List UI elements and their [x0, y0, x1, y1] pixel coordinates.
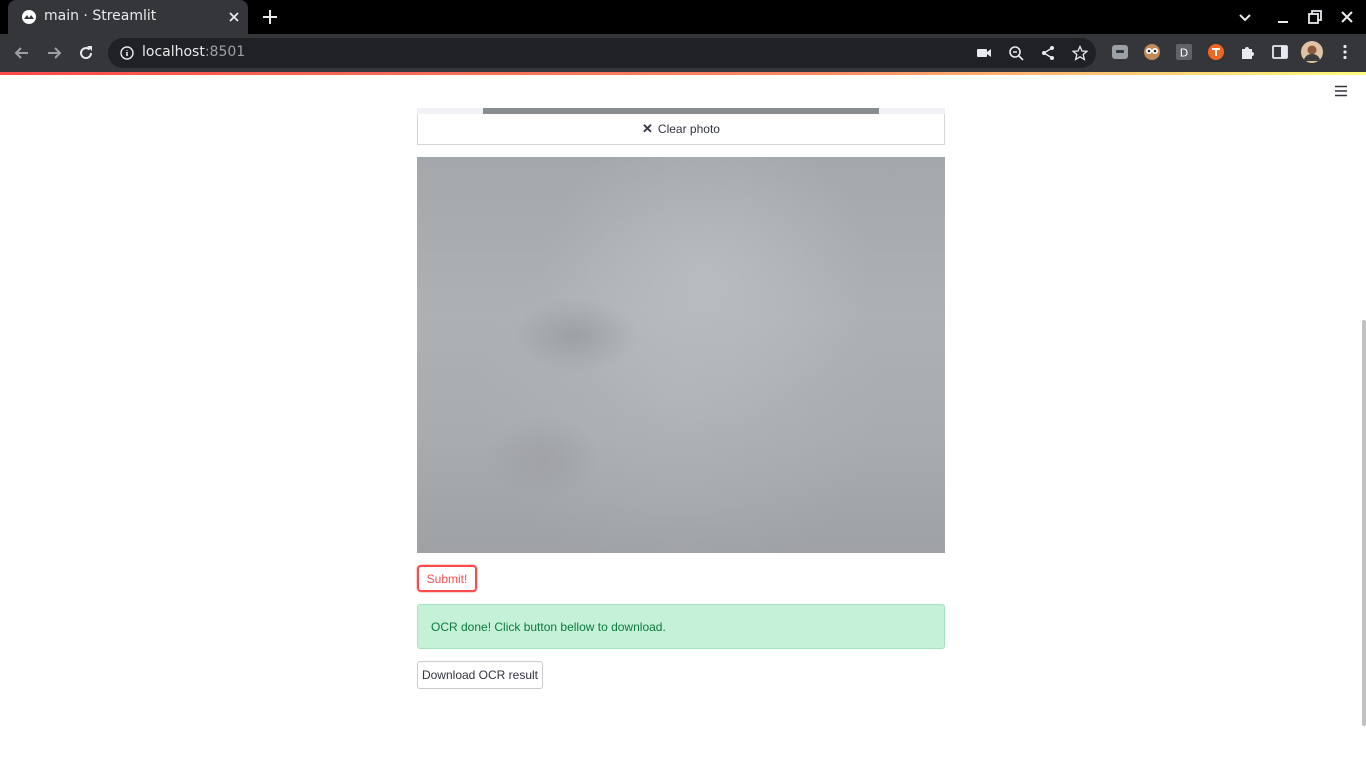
close-icon: ✕ — [642, 121, 653, 136]
extension-d-icon[interactable]: D — [1175, 43, 1193, 61]
submit-button[interactable]: Submit! — [417, 565, 477, 592]
camera-icon[interactable] — [976, 45, 992, 61]
close-window-icon[interactable] — [1338, 8, 1356, 26]
hamburger-menu-icon[interactable] — [1334, 85, 1348, 97]
profile-avatar-icon[interactable] — [1301, 41, 1323, 63]
clear-photo-button[interactable]: ✕ Clear photo — [417, 114, 945, 145]
close-tab-icon[interactable] — [226, 9, 242, 25]
back-icon[interactable] — [12, 43, 32, 63]
url-port: :8501 — [204, 44, 246, 60]
success-message: OCR done! Click button bellow to downloa… — [431, 619, 666, 634]
app-page: ✕ Clear photo Submit! OCR done! Click bu… — [0, 75, 1366, 768]
side-panel-icon[interactable] — [1271, 43, 1289, 61]
zoom-icon[interactable] — [1008, 45, 1024, 61]
browser-toolbar: localhost:8501 D — [0, 34, 1366, 72]
new-tab-plus-icon[interactable] — [260, 7, 280, 27]
url-text: localhost:8501 — [142, 44, 245, 60]
share-icon[interactable] — [1040, 45, 1056, 61]
restore-icon[interactable] — [1306, 8, 1324, 26]
tab-search-chevron-down-icon[interactable] — [1236, 8, 1254, 26]
minimize-icon[interactable] — [1274, 8, 1292, 26]
address-bar[interactable]: localhost:8501 — [108, 38, 1096, 68]
extension-orange-icon[interactable] — [1207, 43, 1225, 61]
streamlit-favicon-icon — [22, 10, 36, 24]
download-ocr-result-button[interactable]: Download OCR result — [417, 661, 543, 689]
browser-tabstrip: main · Streamlit — [0, 0, 1366, 34]
captured-photo — [417, 157, 945, 553]
success-alert: OCR done! Click button bellow to downloa… — [417, 604, 945, 649]
kebab-menu-icon[interactable] — [1336, 43, 1354, 61]
reload-icon[interactable] — [76, 43, 96, 63]
puzzle-extensions-icon[interactable] — [1239, 43, 1257, 61]
download-label: Download OCR result — [421, 668, 539, 682]
forward-icon[interactable] — [44, 43, 64, 63]
clear-photo-label: Clear photo — [657, 122, 720, 136]
extension-owl-icon[interactable] — [1143, 43, 1161, 61]
submit-label: Submit! — [426, 571, 468, 586]
url-host: localhost — [142, 44, 205, 60]
info-icon[interactable] — [120, 46, 134, 60]
tab-title: main · Streamlit — [44, 8, 157, 24]
svg-text:D: D — [1180, 47, 1188, 60]
star-icon[interactable] — [1072, 45, 1088, 61]
extension-chat-icon[interactable] — [1111, 43, 1129, 61]
page-scrollbar[interactable] — [1362, 320, 1366, 726]
browser-tab[interactable]: main · Streamlit — [8, 0, 248, 34]
